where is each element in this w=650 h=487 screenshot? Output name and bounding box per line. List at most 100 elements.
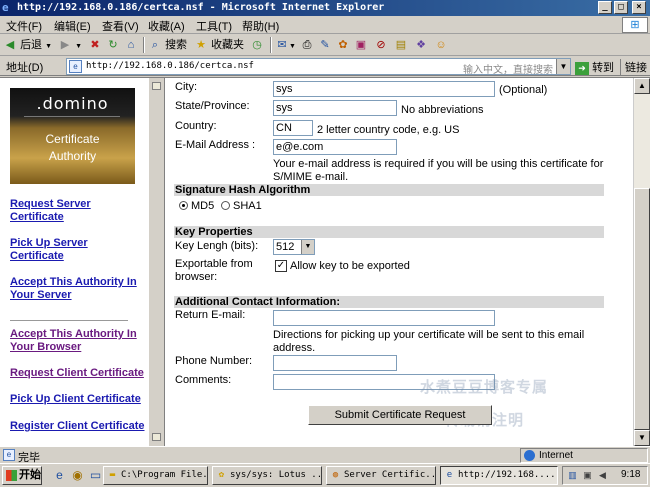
frame-divider[interactable] [148,78,165,447]
maximize-button[interactable]: □ [614,1,628,14]
scroll-down-icon[interactable]: ▼ [634,430,650,446]
nav-label: Request Server [10,198,91,210]
go-label: 转到 [592,62,615,74]
menu-favorites[interactable]: 收藏(A) [148,18,185,34]
exportable-line: Exportable from [175,258,253,270]
globe-icon [524,450,535,461]
forward-button[interactable]: ▶ ▼ [58,37,82,53]
city-field[interactable]: sys [273,81,495,97]
volume-icon[interactable]: ◀ [597,470,608,481]
domino-logo: .domino Certificate Authority [10,88,135,184]
minimize-button[interactable]: _ [598,1,612,14]
favorites-button[interactable]: ★ 收藏夹 [194,37,244,53]
menu-file[interactable]: 文件(F) [6,18,42,34]
addon-button[interactable]: ❖ [414,37,428,53]
smiley-button[interactable]: ☺ [434,37,448,53]
nav-pick-up-server-certificate[interactable]: Pick Up Server Certificate [10,237,88,263]
network-icon[interactable]: ▥ [567,470,578,481]
close-button[interactable]: × [632,1,646,14]
email-note-line: S/MIME e-mail. [273,171,349,183]
state-field[interactable]: sys [273,100,397,116]
task-label: sys/sys: Lotus ... [230,470,322,480]
task-server-certificate[interactable]: ◍ Server Certific... [326,466,436,485]
address-url[interactable]: http://192.168.0.186/certca.nsf [86,61,254,71]
print-button[interactable]: ⎙ [300,37,314,53]
return-email-label: Return E-mail: [175,309,246,321]
task-program-files[interactable]: ▬ C:\Program File... [103,466,208,485]
notepad-button[interactable]: ▤ [394,37,408,53]
divider-knob [152,82,161,90]
task-ie-window[interactable]: e http://192.168.... [440,466,558,485]
quicklaunch-ie-icon[interactable]: e [52,468,67,483]
messenger-button[interactable]: ✿ [336,37,350,53]
email-field[interactable]: e@e.com [273,139,397,155]
country-field[interactable]: CN [273,120,313,136]
form-frame: City: sys (Optional) State/Province: sys… [166,78,633,447]
logo-line2: Authority [48,149,97,163]
search-icon: ⌕ [151,39,159,52]
city-note: (Optional) [499,84,548,96]
scroll-thumb[interactable] [634,188,650,430]
nav-label: Accept This Authority In [10,328,137,340]
search-button[interactable]: ⌕ 搜索 [148,37,187,53]
state-note: No abbreviations [401,104,484,116]
ime-hint: 输入中文，直接搜索 [463,65,553,76]
links-button[interactable]: 链接 [620,59,647,75]
submit-request-button[interactable]: Submit Certificate Request [308,405,492,425]
divider-knob [152,433,161,441]
mail-dropdown-icon: ▼ [289,43,296,50]
md5-radio[interactable] [179,201,188,210]
nav-pick-up-client-certificate[interactable]: Pick Up Client Certificate [10,393,141,406]
media-button[interactable]: ▣ [354,37,368,53]
address-label: 地址(D) [6,62,44,74]
nav-accept-authority-browser[interactable]: Accept This Authority In Your Browser [10,328,137,354]
nav-request-client-certificate[interactable]: Request Client Certificate [10,367,144,380]
address-input[interactable]: e http://192.168.0.186/certca.nsf 输入中文，直… [66,58,571,76]
clock-button[interactable]: ⊘ [374,37,388,53]
country-note: 2 letter country code, e.g. US [317,124,460,136]
home-button[interactable]: ⌂ [124,37,138,53]
mail-button[interactable]: ✉ ▼ [275,37,296,53]
go-button[interactable]: ➜ 转到 [575,59,614,75]
return-note-line: address. [273,342,316,354]
vertical-scrollbar[interactable]: ▲ ▼ [633,78,650,447]
back-button[interactable]: ◀ 后退 ▼ [3,37,52,53]
history-button[interactable]: ◷ [250,37,264,53]
start-button[interactable]: 开始 [2,466,42,485]
zone-label: Internet [539,450,573,461]
monitor-icon[interactable]: ▣ [582,470,593,481]
page-done-icon: e [3,449,15,461]
toolbar-separator [143,37,145,53]
quicklaunch-desktop-icon[interactable]: ▭ [88,468,103,483]
logo-rule [24,116,120,117]
nav-register-client-certificate[interactable]: Register Client Certificate [10,420,144,433]
address-dropdown-icon[interactable]: ▼ [556,59,570,74]
nav-accept-authority-server[interactable]: Accept This Authority In Your Server [10,276,137,302]
key-length-value: 512 [276,241,295,253]
menu-edit[interactable]: 编辑(E) [54,18,91,34]
menu-help[interactable]: 帮助(H) [242,18,279,34]
exportable-line: browser: [175,271,218,283]
key-length-select[interactable]: 512 ▼ [273,239,315,255]
contact-section-heading: Additional Contact Information: [174,296,604,308]
task-lotus[interactable]: ✿ sys/sys: Lotus ... [212,466,322,485]
search-label: 搜索 [165,39,188,51]
quicklaunch-app-icon[interactable]: ◉ [70,468,85,483]
return-email-field[interactable] [273,310,495,326]
allow-export-checkbox[interactable]: ✓ [275,260,287,272]
menu-view[interactable]: 查看(V) [102,18,139,34]
edit-button[interactable]: ✎ [318,37,332,53]
stop-icon: ✖ [90,39,100,52]
firefox-icon: ◍ [332,470,339,480]
phone-field[interactable] [273,355,397,371]
menu-tools[interactable]: 工具(T) [196,18,232,34]
scroll-up-icon[interactable]: ▲ [634,78,650,94]
stop-button[interactable]: ✖ [88,37,102,53]
sha1-radio[interactable] [221,201,230,210]
address-bar: 地址(D) e http://192.168.0.186/certca.nsf … [0,56,650,76]
refresh-button[interactable]: ↻ [106,37,120,53]
nav-divider [10,320,128,321]
country-label: Country: [175,120,217,132]
menu-bar: 文件(F) 编辑(E) 查看(V) 收藏(A) 工具(T) 帮助(H) ⊞ [0,16,650,34]
nav-request-server-certificate[interactable]: Request Server Certificate [10,198,91,224]
